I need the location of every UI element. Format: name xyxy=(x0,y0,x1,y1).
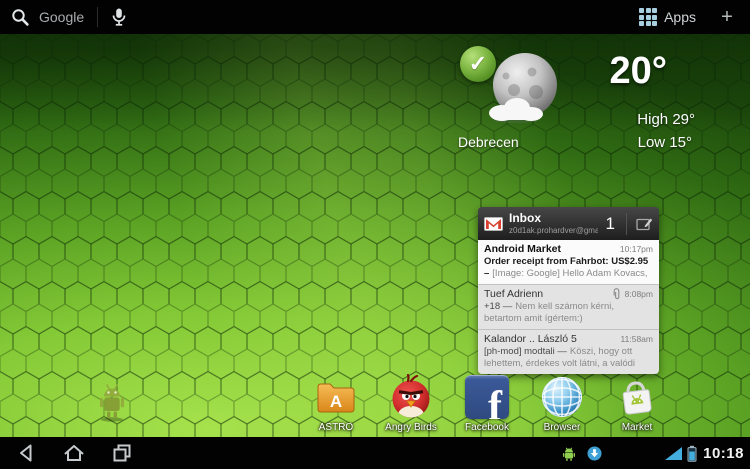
email-preview: Order receipt from Fahrbot: US$2.95 –[Im… xyxy=(484,256,653,280)
app-shortcut-astro[interactable]: A ASTRO xyxy=(304,374,368,433)
angry-birds-app-icon xyxy=(388,374,434,420)
weather-ok-check-icon: ✓ xyxy=(460,46,496,82)
android-home-screen: Google Apps + xyxy=(0,0,750,469)
plus-icon: + xyxy=(721,6,733,29)
email-subject: [ph-mod] modtali — xyxy=(484,346,567,357)
email-time: 10:17pm xyxy=(620,244,653,254)
home-icon xyxy=(61,441,87,465)
microphone-icon[interactable] xyxy=(111,7,127,27)
current-temperature: 20° xyxy=(585,50,667,93)
email-row-1[interactable]: Tuef Adrienn 8:08pm +18 —Nem kell számon… xyxy=(478,284,659,329)
attachment-paperclip-icon xyxy=(612,288,621,300)
app-shortcut-browser[interactable]: Browser xyxy=(530,374,594,433)
email-sender: Kalandor .. László 5 xyxy=(484,333,617,345)
high-temperature: High 29° xyxy=(575,111,695,128)
facebook-app-icon: f xyxy=(464,374,510,420)
account-email: z0d1ak.prohardver@gmail... xyxy=(509,226,598,235)
android-figurine-widget[interactable] xyxy=(95,382,129,427)
apps-label: Apps xyxy=(664,9,696,25)
email-subject: +18 — xyxy=(484,301,512,312)
app-label: ASTRO xyxy=(319,422,353,433)
app-shortcut-market[interactable]: Market xyxy=(605,374,669,433)
clock[interactable]: 10:18 xyxy=(703,445,744,462)
gmail-account-block: Inbox z0d1ak.prohardver@gmail... xyxy=(509,212,598,235)
app-label: Angry Birds xyxy=(385,422,437,433)
email-row-2[interactable]: Kalandor .. László 5 11:58am [ph-mod] mo… xyxy=(478,329,659,374)
astro-app-icon: A xyxy=(313,374,359,420)
weather-city: Debrecen xyxy=(458,134,519,150)
add-to-home-button[interactable]: + xyxy=(708,0,746,34)
topbar-right-actions: Apps + xyxy=(627,0,750,34)
search-divider xyxy=(97,7,98,27)
navigation-buttons xyxy=(0,440,136,466)
email-preview: +18 —Nem kell számon kérni, betartom ami… xyxy=(484,301,653,325)
check-glyph: ✓ xyxy=(469,51,487,77)
gmail-inbox-widget[interactable]: Inbox z0d1ak.prohardver@gmail... 1 Andro… xyxy=(478,207,659,374)
apps-button[interactable]: Apps xyxy=(627,0,708,34)
status-area[interactable]: 10:18 xyxy=(562,445,750,462)
android-robot-icon xyxy=(95,382,129,422)
app-shortcut-angry-birds[interactable]: Angry Birds xyxy=(379,374,443,433)
cloud-icon xyxy=(484,94,548,124)
battery-icon xyxy=(687,445,697,462)
search-icon[interactable] xyxy=(10,7,30,27)
app-label: Facebook xyxy=(465,422,509,433)
email-time: 11:58am xyxy=(621,334,653,344)
signal-strength-icon xyxy=(664,446,683,461)
back-icon xyxy=(13,441,39,465)
email-time: 8:08pm xyxy=(625,289,653,299)
top-action-bar: Google Apps + xyxy=(0,0,750,34)
back-button[interactable] xyxy=(12,440,40,466)
recent-apps-icon xyxy=(109,441,135,465)
email-sender: Tuef Adrienn xyxy=(484,288,608,300)
inbox-title: Inbox xyxy=(509,212,598,226)
download-notification-icon[interactable] xyxy=(587,446,602,461)
market-bag-icon xyxy=(614,374,660,420)
home-button[interactable] xyxy=(60,440,88,466)
facebook-f-letter: f xyxy=(488,383,502,419)
astro-letter: A xyxy=(330,392,342,411)
google-search-widget[interactable]: Google xyxy=(0,0,137,34)
recent-apps-button[interactable] xyxy=(108,440,136,466)
email-preview: [ph-mod] modtali —Köszi, hogy ott lehett… xyxy=(484,346,653,370)
apps-grid-icon xyxy=(639,8,657,26)
system-bar: 10:18 xyxy=(0,437,750,469)
header-divider xyxy=(626,213,627,235)
email-row-0[interactable]: Android Market 10:17pm Order receipt fro… xyxy=(478,240,659,284)
compose-icon[interactable] xyxy=(636,217,653,231)
browser-globe-icon xyxy=(539,374,585,420)
android-notification-icon[interactable] xyxy=(562,446,576,461)
gmail-widget-header[interactable]: Inbox z0d1ak.prohardver@gmail... 1 xyxy=(478,207,659,240)
email-snippet: [Image: Google] Hello Adam Kovacs, Thank… xyxy=(484,268,648,280)
gmail-icon xyxy=(484,217,503,231)
app-shortcut-facebook[interactable]: f Facebook xyxy=(455,374,519,433)
app-label: Market xyxy=(622,422,653,433)
unread-count-badge: 1 xyxy=(604,214,617,234)
low-temperature: Low 15° xyxy=(575,134,692,151)
google-search-label[interactable]: Google xyxy=(39,9,84,25)
email-sender: Android Market xyxy=(484,243,616,255)
app-label: Browser xyxy=(544,422,581,433)
